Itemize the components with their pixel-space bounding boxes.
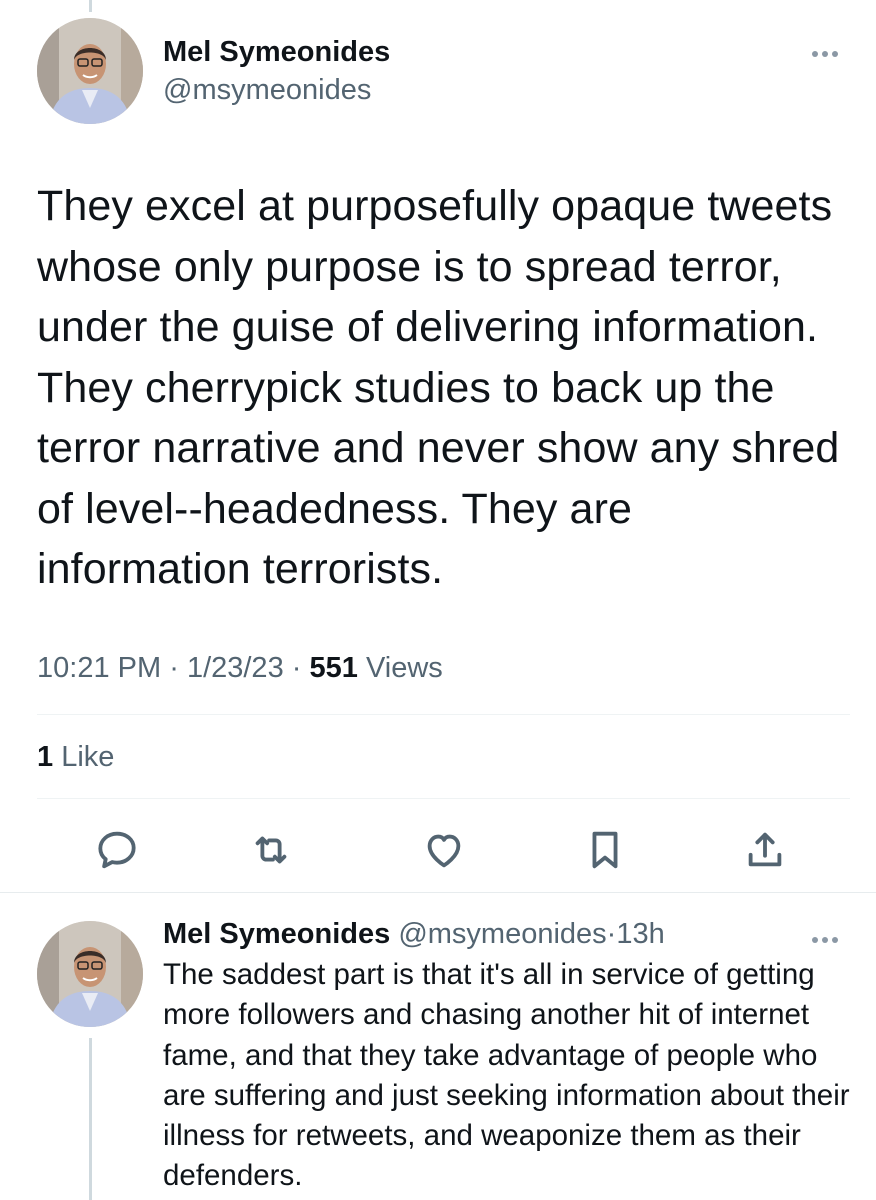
- retweet-icon: [255, 836, 287, 864]
- author-handle[interactable]: @msymeonides: [163, 72, 390, 108]
- like-button[interactable]: [416, 822, 472, 878]
- dot: [812, 51, 818, 57]
- reply-icon: [98, 831, 136, 869]
- dot: [812, 937, 818, 943]
- avatar[interactable]: [37, 18, 143, 124]
- dot: [822, 51, 828, 57]
- dot: [832, 937, 838, 943]
- likes-label: Like: [61, 741, 115, 773]
- author-block[interactable]: Mel Symeonides @msymeonides: [163, 34, 390, 108]
- reply-more-options-icon[interactable]: [812, 930, 848, 946]
- tweet-meta: 10:21 PM · 1/23/23 · 551 Views: [37, 648, 443, 688]
- avatar-photo: [37, 18, 143, 124]
- dot: [822, 937, 828, 943]
- reply-avatar[interactable]: [37, 921, 143, 1027]
- avatar-photo: [37, 921, 143, 1027]
- reply-time[interactable]: 13h: [616, 918, 664, 950]
- views-count: 551: [309, 652, 358, 684]
- tweet-text: They excel at purposefully opaque tweets…: [37, 182, 840, 593]
- divider: [37, 798, 850, 799]
- more-options-icon[interactable]: [812, 44, 848, 60]
- bookmark-button[interactable]: [577, 822, 633, 878]
- views-label: Views: [365, 652, 443, 684]
- share-button[interactable]: [737, 822, 793, 878]
- bookmark-icon: [592, 831, 618, 869]
- likes-count: 1: [37, 741, 54, 773]
- tweet-divider: [0, 892, 876, 893]
- action-bar: [0, 822, 876, 878]
- like-icon: [427, 834, 461, 868]
- reply-text: The saddest part is that it's all in ser…: [163, 958, 850, 1193]
- thread-line: [89, 1038, 92, 1200]
- reply-author-name[interactable]: Mel Symeonides: [163, 918, 390, 950]
- reply-separator: ·: [606, 918, 617, 950]
- retweet-button[interactable]: [243, 822, 299, 878]
- meta-separator: ·: [291, 652, 302, 684]
- meta-separator: ·: [169, 652, 179, 684]
- likes-row[interactable]: 1 Like: [37, 737, 114, 777]
- tweet-date[interactable]: 1/23/23: [187, 652, 284, 684]
- thread-line-top: [89, 0, 92, 12]
- divider: [37, 714, 850, 715]
- reply-author-handle[interactable]: @msymeonides: [398, 918, 606, 950]
- share-icon: [748, 832, 782, 867]
- reply-header: Mel Symeonides @msymeonides·13h: [163, 914, 665, 954]
- author-display-name[interactable]: Mel Symeonides: [163, 34, 390, 70]
- reply-button[interactable]: [89, 822, 145, 878]
- tweet-time[interactable]: 10:21 PM: [37, 652, 161, 684]
- dot: [832, 51, 838, 57]
